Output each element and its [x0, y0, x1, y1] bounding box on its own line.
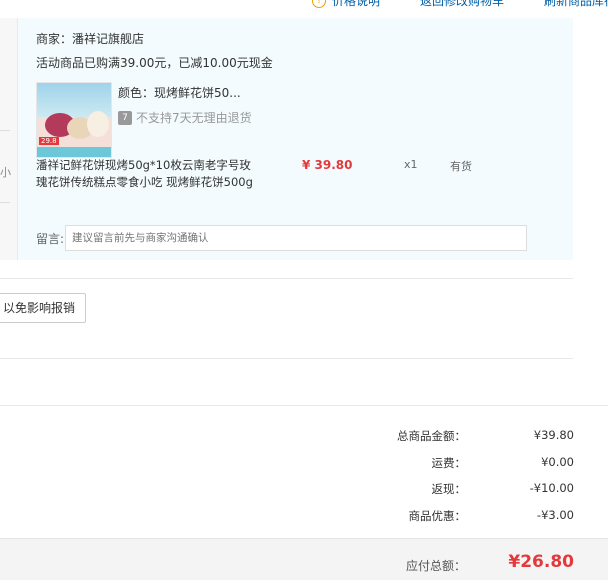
top-links: ! 价格说明 返回修改购物车 刷新商品库存 — [312, 0, 608, 9]
remark-label: 留言: — [36, 232, 65, 246]
summary-label: 总商品金额： — [397, 429, 466, 443]
color-label: 颜色： — [118, 86, 155, 100]
remark-input[interactable] — [65, 225, 527, 251]
section-divider — [0, 405, 608, 406]
total-bar: 应付总额： ¥26.80 — [0, 538, 608, 580]
stock-status: 有货 — [450, 160, 472, 173]
product-quantity: x1 — [404, 158, 418, 171]
shop-name[interactable]: 商家：潘祥记旗舰店 — [36, 30, 144, 47]
product-price: ¥ 39.80 — [302, 158, 353, 172]
info-icon: ! — [312, 0, 326, 8]
divider-tick — [0, 202, 10, 203]
summary-value: ¥39.80 — [533, 428, 574, 442]
divider-tick — [0, 130, 10, 131]
left-edge-panel: 小 — [0, 18, 18, 260]
product-color-spec: 颜色：现烤鲜花饼50... — [118, 84, 241, 101]
no-return-text: 不支持7天无理由退货 — [136, 111, 252, 125]
total-amount: ¥26.80 — [508, 552, 574, 572]
report-button[interactable]: 以免影响报销 — [0, 293, 87, 323]
refresh-stock-link[interactable]: 刷新商品库存 — [544, 0, 608, 9]
thumb-price-tag: 29.8 — [39, 137, 59, 145]
summary-row-shipping: 运费： ¥0.00 — [354, 454, 575, 482]
price-note-label: 价格说明 — [332, 0, 381, 8]
product-thumbnail[interactable]: 29.8 — [36, 82, 112, 158]
total-label: 应付总额： — [405, 559, 466, 573]
order-summary: 总商品金额： ¥39.80 运费： ¥0.00 返现： -¥10.00 商品优惠… — [354, 428, 574, 534]
back-to-cart-link[interactable]: 返回修改购物车 — [420, 0, 504, 9]
summary-row-goods: 总商品金额： ¥39.80 — [354, 428, 574, 455]
summary-value: ¥0.00 — [541, 454, 574, 469]
summary-row-cashback: 返现： -¥10.00 — [354, 481, 575, 508]
left-edge-text: 小 — [0, 166, 11, 179]
section-divider — [0, 278, 573, 279]
no-return-icon: 7 — [118, 110, 132, 125]
color-value: 现烤鲜花饼50... — [154, 86, 241, 100]
summary-value: -¥10.00 — [529, 481, 574, 495]
shop-order-section: 商家：潘祥记旗舰店 活动商品已购满39.00元，已减10.00元现金 29.8 … — [18, 18, 573, 260]
no-return-notice: 7 不支持7天无理由退货 — [118, 109, 252, 126]
product-title[interactable]: 潘祥记鲜花饼现烤50g*10枚云南老字号玫瑰花饼传统糕点零食小吃 现烤鲜花饼50… — [36, 157, 254, 191]
summary-value: -¥3.00 — [536, 507, 574, 522]
summary-label: 商品优惠： — [408, 508, 467, 523]
thumb-cake — [87, 111, 109, 137]
summary-label: 运费： — [431, 455, 467, 470]
summary-label: 返现： — [431, 482, 467, 496]
price-note-link[interactable]: ! 价格说明 — [312, 0, 380, 9]
promo-text: 活动商品已购满39.00元，已减10.00元现金 — [36, 56, 273, 70]
summary-row-discount: 商品优惠： -¥3.00 — [354, 507, 575, 535]
section-divider — [0, 358, 573, 359]
